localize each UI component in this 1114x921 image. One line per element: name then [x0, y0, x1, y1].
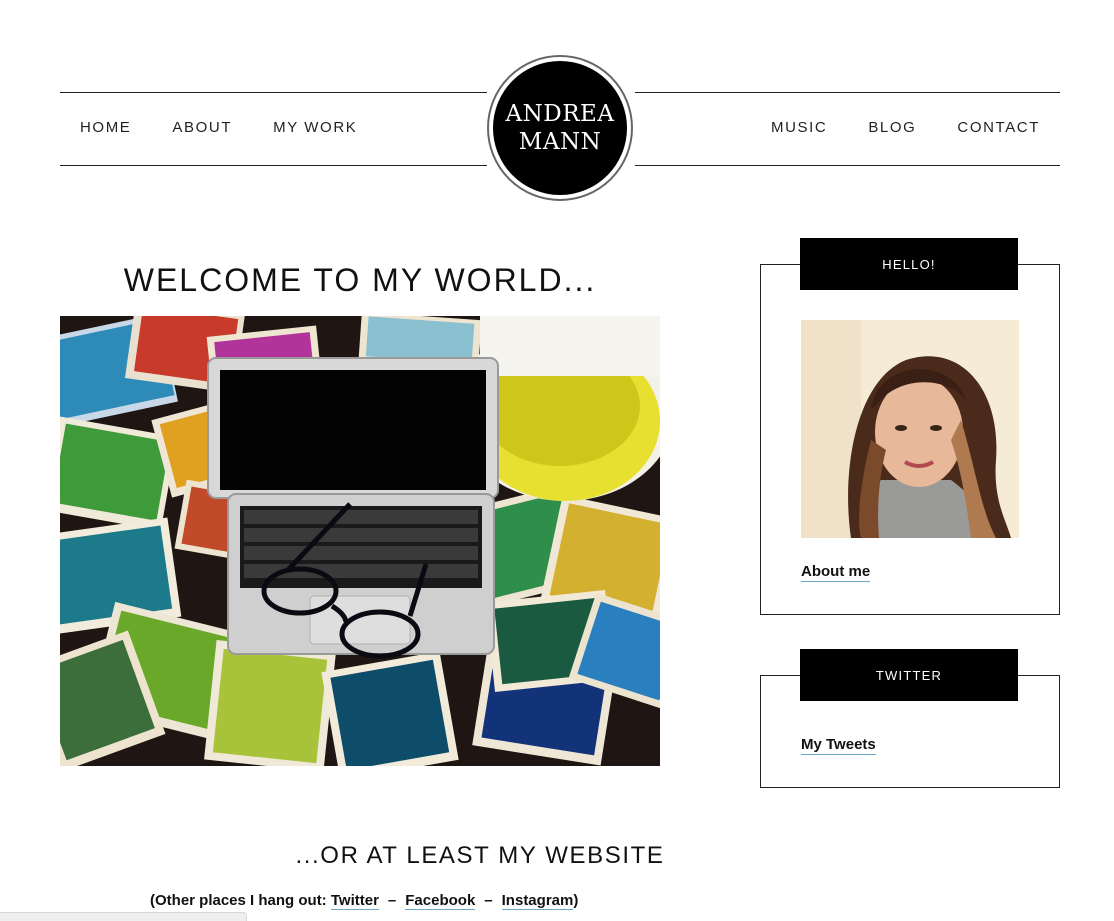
nav-blog[interactable]: BLOG	[868, 119, 916, 136]
logo-line-2: MANN	[518, 129, 602, 155]
header-rule-top-right	[635, 92, 1060, 93]
separator: –	[387, 892, 397, 909]
social-links-suffix: )	[573, 892, 579, 909]
social-links-prefix: (Other places I hang out:	[150, 892, 331, 909]
header-rule-top-left	[60, 92, 487, 93]
my-tweets-link[interactable]: My Tweets	[801, 736, 876, 755]
page-title: WELCOME TO MY WORLD...	[123, 262, 597, 298]
primary-nav-left: HOME ABOUT MY WORK	[80, 119, 357, 136]
primary-nav-right: MUSIC BLOG CONTACT	[771, 119, 1040, 136]
twitter-widget-title: TWITTER	[800, 649, 1018, 701]
nav-about[interactable]: ABOUT	[172, 119, 232, 136]
logo-line-1: ANDREA	[505, 101, 615, 127]
site-logo[interactable]: ANDREA MANN	[487, 55, 633, 201]
instagram-link[interactable]: Instagram	[501, 892, 574, 910]
site-logo-badge: ANDREA MANN	[493, 61, 627, 195]
about-me-link[interactable]: About me	[801, 563, 871, 582]
hello-widget-title: HELLO!	[800, 238, 1018, 290]
nav-my-work[interactable]: MY WORK	[273, 119, 357, 136]
facebook-link[interactable]: Facebook	[405, 892, 476, 910]
header-rule-bottom-left	[60, 165, 487, 166]
nav-contact[interactable]: CONTACT	[957, 119, 1040, 136]
profile-photo	[801, 320, 1019, 538]
header-rule-bottom-right	[635, 165, 1060, 166]
nav-home[interactable]: HOME	[80, 119, 131, 136]
hero-image-laptop-on-photos	[60, 316, 660, 766]
twitter-link[interactable]: Twitter	[330, 892, 379, 910]
nav-music[interactable]: MUSIC	[771, 119, 827, 136]
social-links-line: (Other places I hang out: Twitter – Facebo…	[150, 892, 579, 910]
separator: –	[484, 892, 493, 909]
page-subtitle: ...OR AT LEAST MY WEBSITE	[295, 842, 665, 869]
